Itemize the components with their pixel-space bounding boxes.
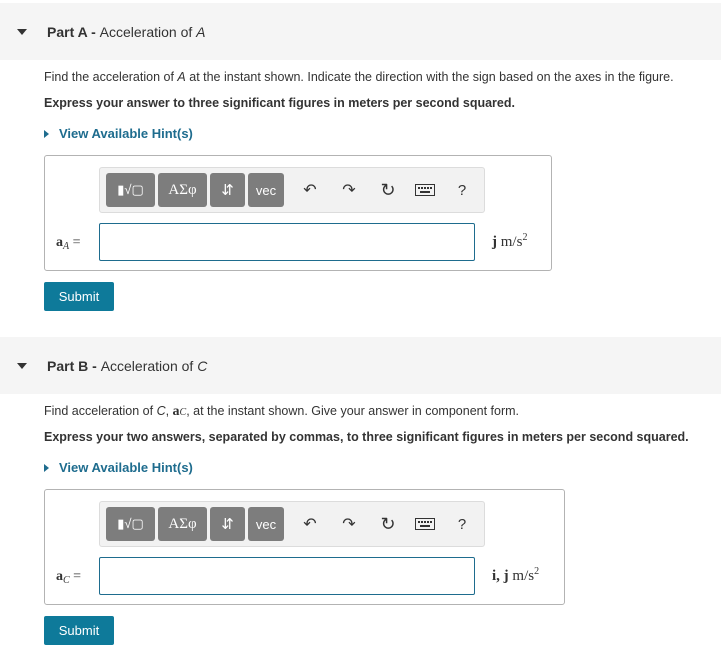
part-b-answer-box: ▮√▢ ΑΣφ ⇵ vec ↶ ↷ ↻ ? aC = i, j m/s2 xyxy=(44,489,565,605)
part-a-hint-link[interactable]: View Available Hint(s) xyxy=(44,126,193,141)
caret-right-icon xyxy=(44,129,49,138)
part-b-units: i, j m/s2 xyxy=(492,566,540,584)
part-b-header[interactable]: Part B - Acceleration of C xyxy=(0,337,721,394)
vec-button[interactable]: vec xyxy=(248,507,284,541)
part-b-prompt: Find acceleration of C, aC, at the insta… xyxy=(44,404,520,419)
undo-icon[interactable]: ↶ xyxy=(298,512,322,536)
undo-icon[interactable]: ↶ xyxy=(298,178,322,202)
hint-label: View Available Hint(s) xyxy=(59,126,193,141)
help-icon[interactable]: ? xyxy=(450,512,474,536)
part-b-submit-button[interactable]: Submit xyxy=(44,616,114,645)
redo-icon[interactable]: ↷ xyxy=(337,512,361,536)
symbols-button[interactable]: ΑΣφ xyxy=(158,507,207,541)
help-icon[interactable]: ? xyxy=(450,178,474,202)
math-toolbar: ▮√▢ ΑΣφ ⇵ vec ↶ ↷ ↻ ? xyxy=(99,501,485,547)
caret-right-icon xyxy=(44,463,49,472)
math-toolbar: ▮√▢ ΑΣφ ⇵ vec ↶ ↷ ↻ ? xyxy=(99,167,485,213)
part-a-units: j m/s2 xyxy=(492,232,528,250)
vec-button[interactable]: vec xyxy=(248,173,284,207)
arrows-button[interactable]: ⇵ xyxy=(210,507,245,541)
redo-icon[interactable]: ↷ xyxy=(337,178,361,202)
part-a-equation-label: aA = xyxy=(56,235,81,252)
caret-down-icon[interactable] xyxy=(17,28,27,35)
symbols-button[interactable]: ΑΣφ xyxy=(158,173,207,207)
caret-down-icon[interactable] xyxy=(17,362,27,369)
part-a-answer-box: ▮√▢ ΑΣφ ⇵ vec ↶ ↷ ↻ ? aA = j m/s2 xyxy=(44,155,552,271)
templates-button[interactable]: ▮√▢ xyxy=(106,507,155,541)
part-a-prompt: Find the acceleration of A at the instan… xyxy=(44,70,674,84)
part-b-answer-input[interactable] xyxy=(99,557,475,595)
reset-icon[interactable]: ↻ xyxy=(376,512,400,536)
part-b-equation-label: aC = xyxy=(56,569,82,586)
part-a-instruction: Express your answer to three significant… xyxy=(44,96,515,110)
part-b-title: Part B - Acceleration of C xyxy=(47,357,208,374)
hint-label: View Available Hint(s) xyxy=(59,460,193,475)
part-a-answer-input[interactable] xyxy=(99,223,475,261)
arrows-button[interactable]: ⇵ xyxy=(210,173,245,207)
keyboard-icon[interactable] xyxy=(413,178,437,202)
part-b-instruction: Express your two answers, separated by c… xyxy=(44,430,689,444)
part-a-submit-button[interactable]: Submit xyxy=(44,282,114,311)
part-a-header[interactable]: Part A - Acceleration of A xyxy=(0,3,721,60)
part-b-hint-link[interactable]: View Available Hint(s) xyxy=(44,460,193,475)
keyboard-icon[interactable] xyxy=(413,512,437,536)
reset-icon[interactable]: ↻ xyxy=(376,178,400,202)
part-a-title: Part A - Acceleration of A xyxy=(47,23,206,40)
templates-button[interactable]: ▮√▢ xyxy=(106,173,155,207)
